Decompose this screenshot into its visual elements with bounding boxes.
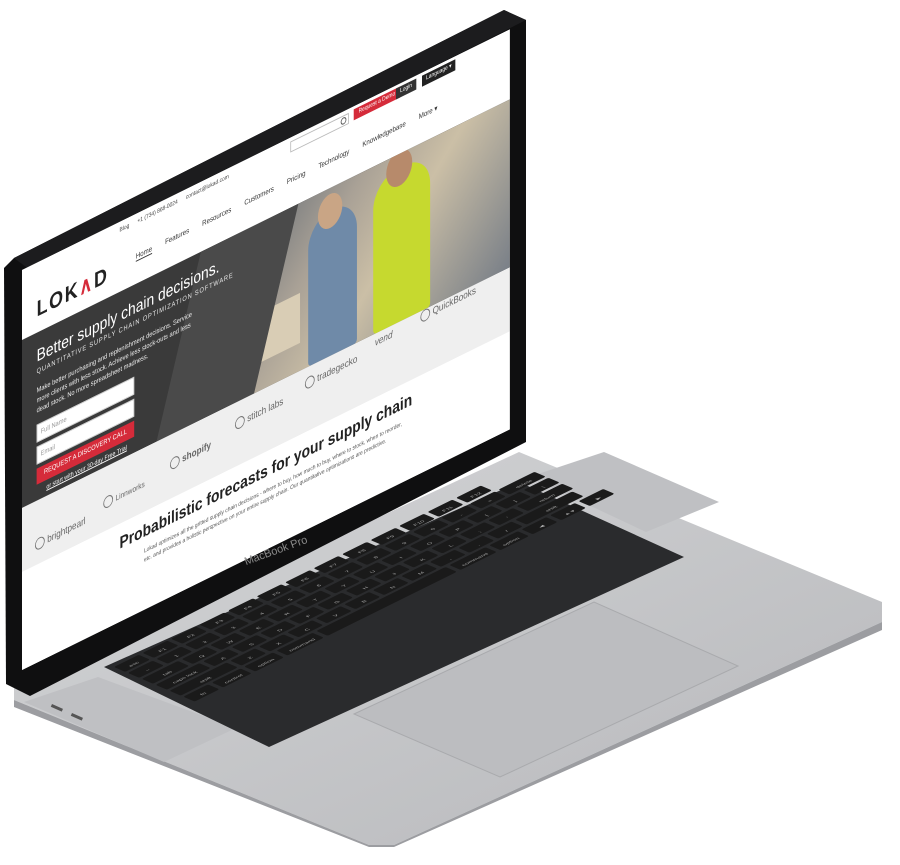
- nav-pricing[interactable]: Pricing: [287, 168, 306, 187]
- nav-more[interactable]: More ▾: [419, 103, 438, 122]
- linnworks-icon: [103, 493, 114, 510]
- brightpearl-icon: [35, 534, 45, 552]
- logo-accent-mark: ∧: [79, 268, 95, 301]
- tradegecko-icon: [304, 373, 315, 391]
- nav-customers[interactable]: Customers: [244, 184, 273, 209]
- blog-link[interactable]: Blog: [120, 223, 130, 234]
- partner-vend[interactable]: vend: [375, 329, 393, 349]
- nav-knowledgebase[interactable]: Knowledgebase: [362, 119, 405, 150]
- nav-home[interactable]: Home: [135, 243, 153, 262]
- stitch-labs-icon: [235, 414, 245, 431]
- shopify-icon: [169, 454, 180, 472]
- partner-stitch-labs[interactable]: stitch labs: [235, 395, 283, 431]
- nav-technology[interactable]: Technology: [318, 147, 349, 172]
- nav-resources[interactable]: Resources: [202, 205, 231, 229]
- partner-linnworks[interactable]: Linnworks: [103, 477, 145, 510]
- nav-features[interactable]: Features: [165, 226, 189, 248]
- search-icon[interactable]: [340, 116, 347, 126]
- partner-shopify[interactable]: shopify: [169, 439, 211, 472]
